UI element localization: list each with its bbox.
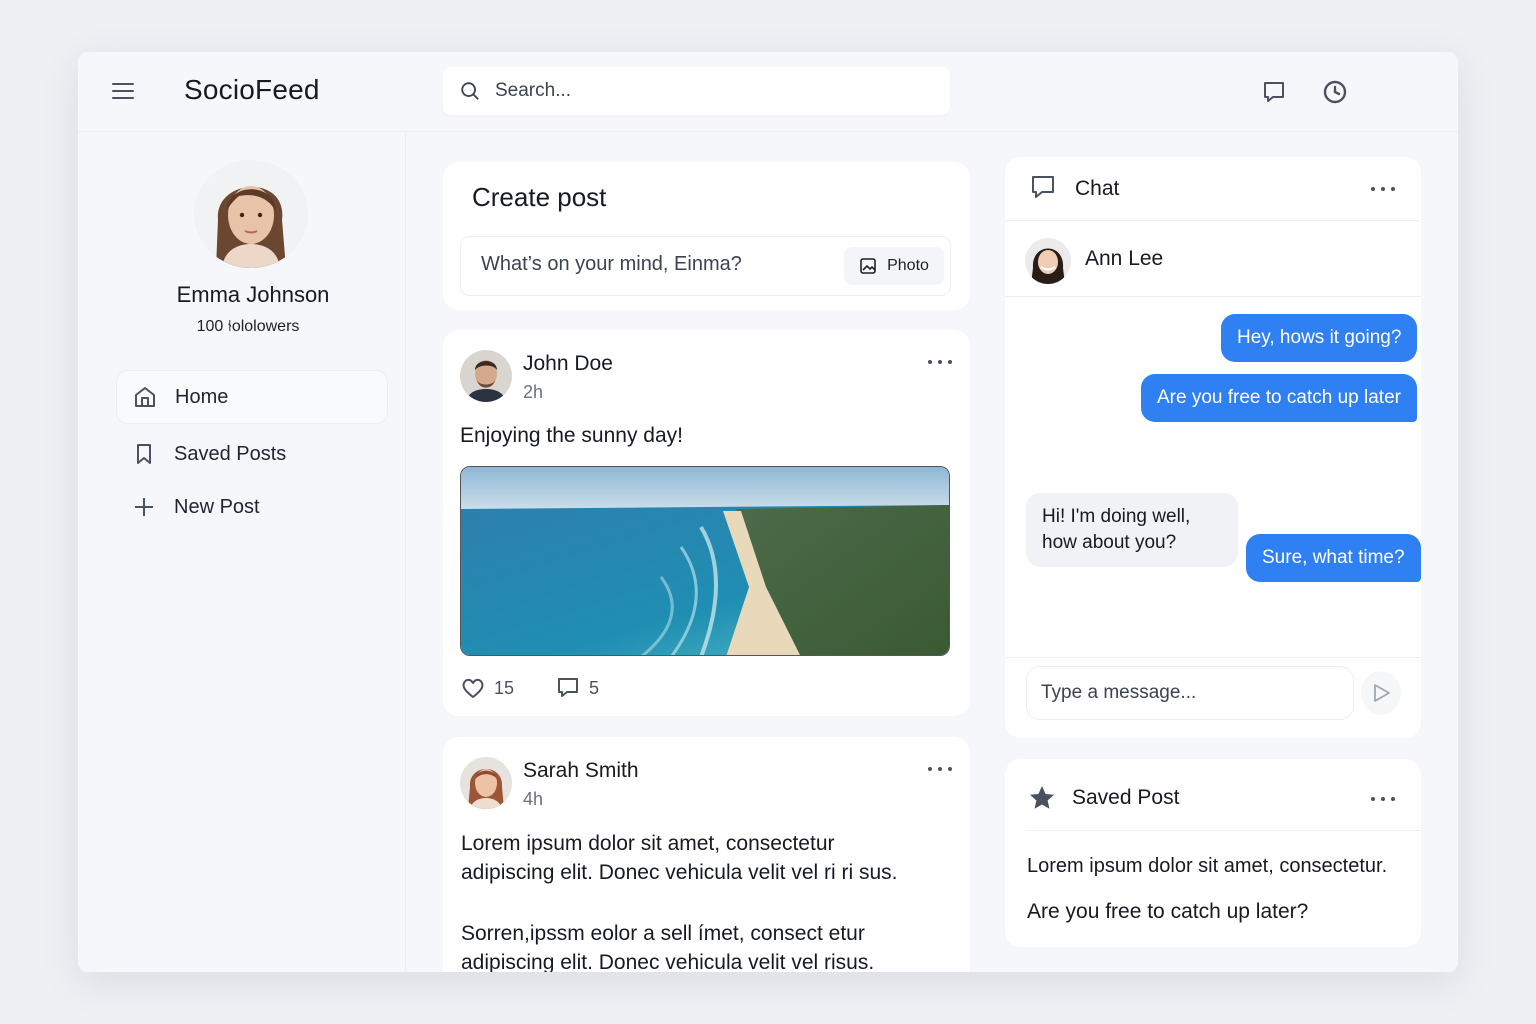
- post-paragraph: Lorem ipsum dolor sit amet, consectetur …: [461, 832, 898, 884]
- messages-icon[interactable]: [1260, 78, 1288, 106]
- nav-saved-posts-label: Saved Posts: [174, 442, 287, 465]
- top-bar: SocioFeed: [78, 52, 1458, 132]
- chat-message-incoming: Hi! I'm doing well, how about you?: [1026, 493, 1238, 567]
- hamburger-menu-icon[interactable]: [112, 78, 138, 104]
- nav-home[interactable]: Home: [116, 370, 388, 424]
- nav-home-label: Home: [175, 385, 229, 408]
- contact-avatar: [1025, 238, 1071, 284]
- post-image-beach[interactable]: [460, 466, 950, 656]
- profile-menu-icon[interactable]: [1321, 78, 1349, 106]
- chat-bubble-icon: [1032, 176, 1054, 198]
- post-paragraph: Sorren,ipssm eolor a sell ímet, consect …: [461, 922, 875, 972]
- like-button[interactable]: 15: [460, 675, 514, 701]
- image-icon: [860, 258, 876, 274]
- profile-followers: 100 ⫮ololowers: [196, 318, 300, 335]
- search-input[interactable]: [495, 80, 895, 102]
- left-sidebar: Emma Johnson 100 ⫮ololowers Home Saved P…: [78, 132, 406, 972]
- post-card: John Doe 2h Enjoying the sunny day! 15 5: [443, 330, 970, 716]
- create-post-placeholder: What’s on your mind, Einma?: [481, 253, 742, 275]
- send-icon: [1374, 684, 1390, 702]
- chat-message-outgoing: Sure, what time?: [1246, 534, 1421, 582]
- saved-post-title: Saved Post: [1072, 786, 1180, 809]
- post-author[interactable]: Sarah Smith: [523, 759, 639, 783]
- bookmark-icon: [132, 442, 156, 466]
- comment-icon: [558, 678, 578, 697]
- more-options-icon[interactable]: [1371, 793, 1395, 805]
- profile-name: Emma Johnson: [176, 282, 330, 307]
- brand-logo: SocioFeed: [184, 74, 320, 105]
- post-author[interactable]: John Doe: [523, 352, 613, 376]
- author-avatar[interactable]: [460, 350, 512, 402]
- heart-icon: [462, 678, 484, 698]
- more-options-icon[interactable]: [1371, 183, 1395, 195]
- app-window: SocioFeed Emma Johnson 100 ⫮ololowers Ho…: [78, 52, 1458, 972]
- chat-panel: Chat Ann Lee Hey, hows it going? Are you…: [1005, 157, 1421, 738]
- more-options-icon[interactable]: [928, 763, 952, 775]
- like-count: 15: [494, 677, 515, 698]
- home-icon: [133, 385, 157, 409]
- chat-message-input[interactable]: [1026, 666, 1354, 720]
- search-bar[interactable]: [443, 67, 950, 115]
- chat-divider: [1005, 657, 1421, 658]
- create-post-input[interactable]: What’s on your mind, Einma? Photo: [460, 236, 951, 296]
- nav-saved-posts[interactable]: Saved Posts: [116, 427, 388, 481]
- create-post-title: Create post: [472, 182, 607, 212]
- nav-new-post[interactable]: New Post: [116, 480, 388, 534]
- post-text: Enjoying the sunny day!: [460, 424, 683, 447]
- create-post-card: Create post What’s on your mind, Einma? …: [443, 162, 970, 310]
- saved-post-text: Lorem ipsum dolor sit amet, consectetur.: [1027, 855, 1388, 877]
- star-icon: [1030, 786, 1054, 809]
- plus-icon: [132, 495, 156, 519]
- contact-name: Ann Lee: [1085, 247, 1164, 270]
- photo-button-label: Photo: [887, 257, 929, 274]
- more-options-icon[interactable]: [928, 356, 952, 368]
- post-time: 4h: [523, 789, 544, 809]
- chat-message-outgoing: Hey, hows it going?: [1221, 314, 1418, 362]
- chat-contact[interactable]: Ann Lee: [1005, 221, 1421, 297]
- send-button[interactable]: [1361, 671, 1401, 715]
- post-card: Sarah Smith 4h Lorem ipsum dolor sit ame…: [443, 737, 970, 972]
- chat-header: Chat: [1005, 157, 1421, 221]
- profile-avatar[interactable]: [194, 160, 308, 268]
- nav-new-post-label: New Post: [174, 495, 260, 518]
- author-avatar[interactable]: [460, 757, 512, 809]
- post-body: Lorem ipsum dolor sit amet, consectetur …: [461, 829, 931, 972]
- chat-message-outgoing: Are you free to catch up later: [1141, 374, 1417, 422]
- photo-button[interactable]: Photo: [844, 247, 944, 285]
- saved-post-card: Saved Post Lorem ipsum dolor sit amet, c…: [1005, 759, 1421, 947]
- comment-button[interactable]: 5: [555, 675, 599, 701]
- post-time: 2h: [523, 382, 544, 402]
- saved-post-highlight[interactable]: Are you free to catch up later?: [1027, 900, 1308, 924]
- comment-count: 5: [589, 677, 600, 698]
- search-icon: [461, 82, 479, 100]
- divider: [1027, 830, 1421, 831]
- chat-title: Chat: [1075, 177, 1120, 200]
